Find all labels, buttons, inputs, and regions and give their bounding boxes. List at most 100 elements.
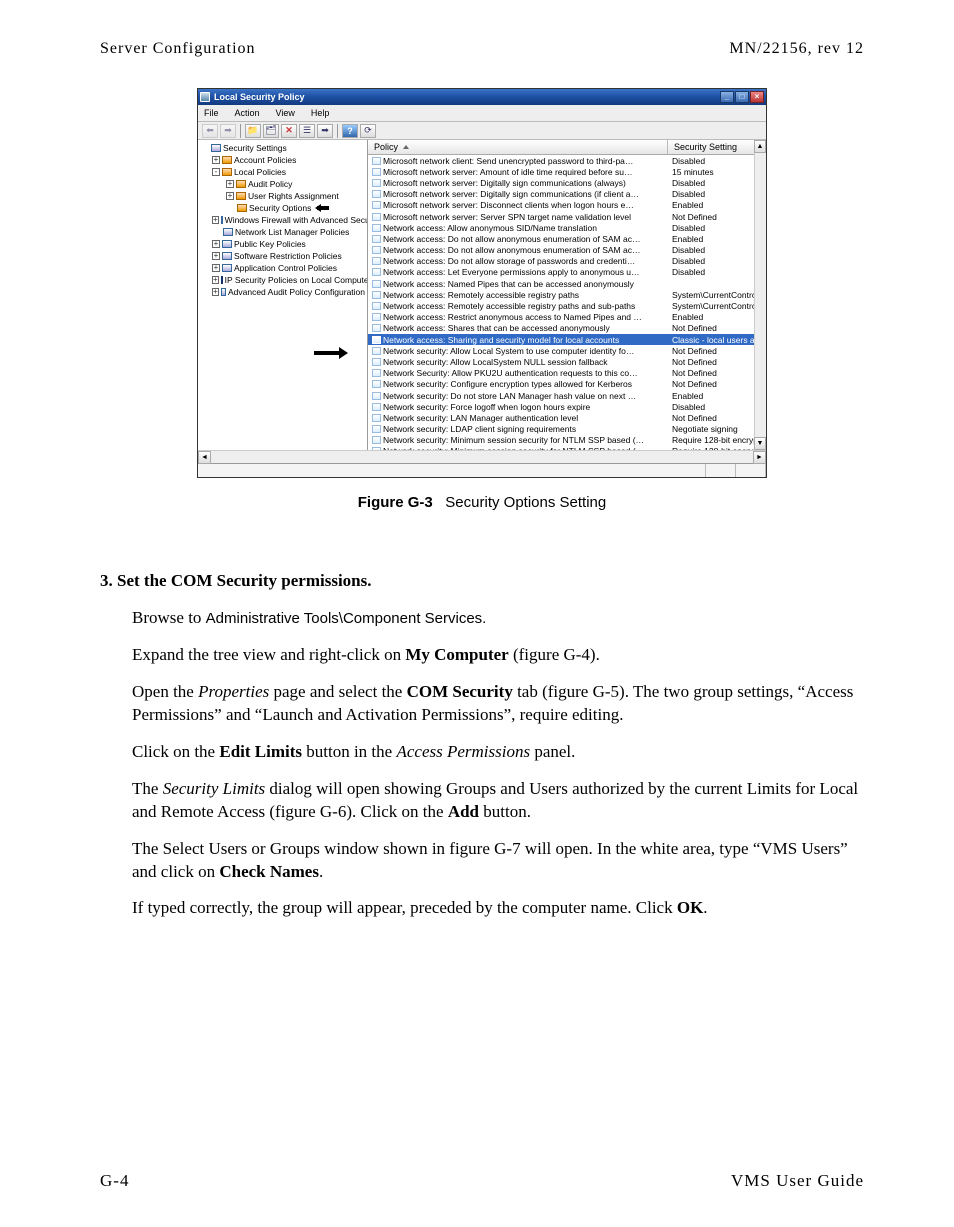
expand-icon[interactable]: + [212, 240, 220, 248]
policy-row[interactable]: Network access: Allow anonymous SID/Name… [368, 222, 766, 233]
expand-icon[interactable]: + [212, 156, 220, 164]
policy-setting: Disabled [668, 256, 766, 266]
body-paragraph: Browse to Administrative Tools\Component… [132, 607, 864, 630]
policy-row[interactable]: Microsoft network server: Disconnect cli… [368, 200, 766, 211]
tree-item[interactable]: Network List Manager Policies [198, 226, 367, 238]
policy-row[interactable]: Network security: Allow Local System to … [368, 345, 766, 356]
tree-item[interactable]: Security Options [198, 202, 367, 214]
policy-name: Network security: Force logoff when logo… [383, 402, 590, 412]
policy-row[interactable]: Network access: Sharing and security mod… [368, 334, 766, 345]
policy-row[interactable]: Network access: Remotely accessible regi… [368, 300, 766, 311]
expand-icon[interactable]: - [212, 168, 220, 176]
expand-icon[interactable]: + [226, 192, 234, 200]
policy-row[interactable]: Network security: LAN Manager authentica… [368, 412, 766, 423]
policy-row[interactable]: Network access: Do not allow anonymous e… [368, 233, 766, 244]
tree-item[interactable]: +Audit Policy [198, 178, 367, 190]
policy-row[interactable]: Microsoft network server: Amount of idle… [368, 166, 766, 177]
tree-item[interactable]: +Public Key Policies [198, 238, 367, 250]
menu-help[interactable]: Help [309, 107, 332, 119]
tree-item[interactable]: +Software Restriction Policies [198, 250, 367, 262]
policy-row[interactable]: Network access: Do not allow storage of … [368, 256, 766, 267]
policy-row[interactable]: Network access: Remotely accessible regi… [368, 289, 766, 300]
folder-icon [222, 156, 232, 164]
policy-row[interactable]: Network access: Let Everyone permissions… [368, 267, 766, 278]
sec-icon [222, 240, 232, 248]
policy-row[interactable]: Microsoft network server: Server SPN tar… [368, 211, 766, 222]
expand-icon[interactable]: + [212, 276, 219, 284]
policy-row[interactable]: Network security: Minimum session securi… [368, 446, 766, 450]
scroll-left-button[interactable]: ◄ [198, 451, 211, 464]
toolbar-separator [240, 124, 241, 138]
policy-name: Network security: LDAP client signing re… [383, 424, 576, 434]
tree-item[interactable]: +Advanced Audit Policy Configuration [198, 286, 367, 298]
status-bar [198, 463, 766, 477]
minimize-button[interactable]: _ [720, 91, 734, 103]
forward-button[interactable]: ➡ [220, 124, 236, 138]
scroll-right-button[interactable]: ► [753, 451, 766, 464]
menu-action[interactable]: Action [233, 107, 262, 119]
export-list-button[interactable]: ➡ [317, 124, 333, 138]
tree-item[interactable]: +Account Policies [198, 154, 367, 166]
tree-item-label: Windows Firewall with Advanced Security [225, 215, 368, 225]
policy-row[interactable]: Network security: Force logoff when logo… [368, 401, 766, 412]
figure-caption: Figure G-3 Security Options Setting [100, 494, 864, 511]
scroll-up-button[interactable]: ▲ [754, 140, 766, 153]
help-button[interactable]: ? [342, 124, 358, 138]
policy-row[interactable]: Microsoft network server: Digitally sign… [368, 189, 766, 200]
expand-icon[interactable]: + [212, 288, 219, 296]
refresh-button[interactable]: ⟳ [360, 124, 376, 138]
menu-view[interactable]: View [274, 107, 297, 119]
expand-icon[interactable]: + [212, 216, 219, 224]
app-icon [200, 92, 210, 102]
maximize-button[interactable]: □ [735, 91, 749, 103]
body-paragraph: Click on the Edit Limits button in the A… [132, 741, 864, 764]
policy-row[interactable]: Network security: Minimum session securi… [368, 435, 766, 446]
col-policy[interactable]: Policy [368, 140, 668, 154]
tree-horizontal-scrollbar[interactable]: ◄ ► [198, 450, 766, 463]
folder-up-button[interactable]: 📁 [245, 124, 261, 138]
policy-row[interactable]: Microsoft network client: Send unencrypt… [368, 155, 766, 166]
col-security-setting[interactable]: Security Setting [668, 140, 766, 154]
back-button[interactable]: ⬅ [202, 124, 218, 138]
policy-row[interactable]: Network security: Configure encryption t… [368, 379, 766, 390]
tree-item[interactable]: + Windows Firewall with Advanced Security [198, 214, 367, 226]
tree-item[interactable]: -Local Policies [198, 166, 367, 178]
delete-button[interactable]: ✕ [281, 124, 297, 138]
menu-file[interactable]: File [202, 107, 221, 119]
expand-icon[interactable]: + [212, 264, 220, 272]
set-icon [221, 276, 223, 284]
expand-icon[interactable]: + [226, 180, 234, 188]
policy-row[interactable]: Network access: Named Pipes that can be … [368, 278, 766, 289]
policy-setting: Enabled [668, 200, 766, 210]
policy-icon [372, 213, 381, 221]
policy-setting: Disabled [668, 245, 766, 255]
titlebar[interactable]: Local Security Policy _ □ × [198, 89, 766, 105]
policy-list[interactable]: Policy Security Setting Microsoft networ… [368, 140, 766, 450]
close-button[interactable]: × [750, 91, 764, 103]
scroll-down-button[interactable]: ▼ [754, 437, 766, 450]
policy-icon [372, 190, 381, 198]
vertical-scrollbar[interactable] [754, 153, 766, 437]
tree-item[interactable]: +Application Control Policies [198, 262, 367, 274]
policy-setting: Disabled [668, 402, 766, 412]
tree-item[interactable]: +IP Security Policies on Local Computer [198, 274, 367, 286]
policy-setting: Disabled [668, 156, 766, 166]
policy-row[interactable]: Network access: Do not allow anonymous e… [368, 245, 766, 256]
footer-left: G-4 [100, 1171, 129, 1191]
policy-setting: Require 128-bit encryption [668, 435, 766, 445]
expand-icon[interactable]: + [212, 252, 220, 260]
show-hide-tree-button[interactable]: 🗂 [263, 124, 279, 138]
policy-icon [372, 224, 381, 232]
console-tree[interactable]: Security Settings+Account Policies-Local… [198, 140, 368, 450]
policy-row[interactable]: Microsoft network server: Digitally sign… [368, 177, 766, 188]
policy-row[interactable]: Network access: Restrict anonymous acces… [368, 312, 766, 323]
properties-button[interactable]: ☰ [299, 124, 315, 138]
policy-row[interactable]: Network security: Do not store LAN Manag… [368, 390, 766, 401]
policy-row[interactable]: Network security: LDAP client signing re… [368, 424, 766, 435]
policy-row[interactable]: Network security: Allow LocalSystem NULL… [368, 356, 766, 367]
policy-row[interactable]: Network access: Shares that can be acces… [368, 323, 766, 334]
tree-item[interactable]: Security Settings [198, 142, 367, 154]
policy-row[interactable]: Network Security: Allow PKU2U authentica… [368, 368, 766, 379]
policy-name: Microsoft network server: Server SPN tar… [383, 212, 631, 222]
tree-item[interactable]: +User Rights Assignment [198, 190, 367, 202]
